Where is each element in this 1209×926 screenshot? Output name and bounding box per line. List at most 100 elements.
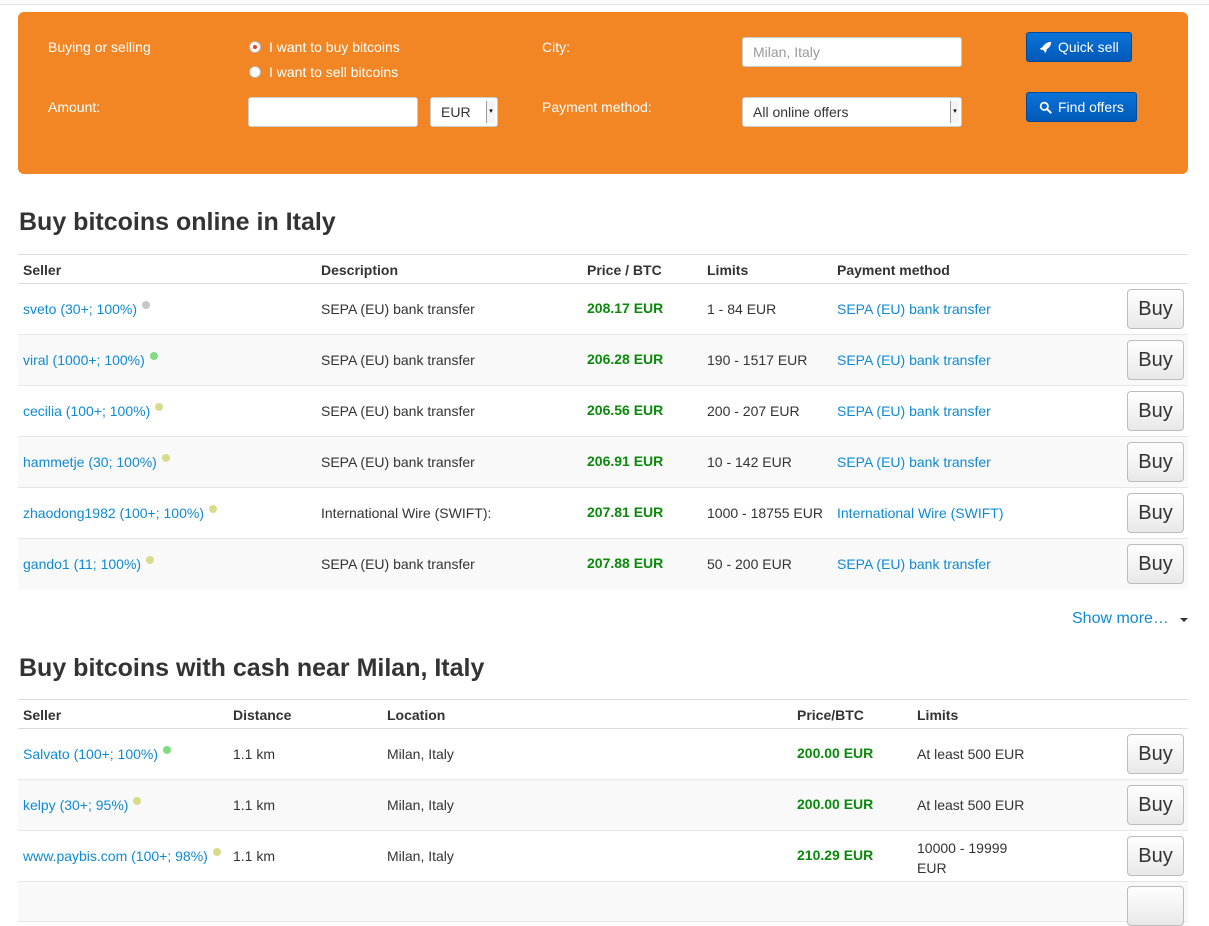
header-limits: Limits: [917, 707, 959, 723]
caret-down-icon[interactable]: [1180, 618, 1188, 622]
seller-link[interactable]: viral (1000+; 100%): [23, 352, 145, 368]
payment-method-value: All online offers: [753, 104, 849, 120]
rocket-icon: [1039, 41, 1052, 53]
price-cell: 206.56 EUR: [587, 402, 664, 418]
distance-cell: 1.1 km: [233, 797, 276, 813]
city-input[interactable]: Milan, Italy: [742, 37, 962, 67]
dropdown-arrow-icon: ▾: [486, 101, 495, 123]
online-offers-table: Seller Description Price / BTC Limits Pa…: [18, 254, 1188, 590]
table-row: gando1 (11; 100%) SEPA (EU) bank transfe…: [18, 539, 1188, 590]
seller-link[interactable]: cecilia (100+; 100%): [23, 403, 150, 419]
header-seller: Seller: [23, 262, 62, 278]
location-cell: Milan, Italy: [387, 848, 454, 864]
header-location: Location: [387, 707, 446, 723]
distance-cell: 1.1 km: [233, 848, 276, 864]
table-row: cecilia (100+; 100%) SEPA (EU) bank tran…: [18, 386, 1188, 437]
seller-link[interactable]: gando1 (11; 100%): [23, 556, 141, 572]
table-header: Seller Distance Location Price/BTC Limit…: [18, 699, 1188, 729]
search-icon: [1039, 101, 1052, 114]
seller-cell: kelpy (30+; 95%): [23, 797, 142, 813]
status-dot-icon: [163, 746, 172, 754]
seller-link[interactable]: Salvato (100+; 100%): [23, 746, 158, 762]
status-dot-icon: [161, 454, 170, 462]
price-cell: 206.91 EUR: [587, 453, 664, 469]
seller-link[interactable]: sveto (30+; 100%): [23, 301, 137, 317]
header-price: Price/BTC: [797, 707, 864, 723]
sell-radio[interactable]: [249, 66, 261, 78]
price-cell: 208.17 EUR: [587, 300, 664, 316]
status-dot-icon: [133, 797, 142, 805]
payment-method-select[interactable]: All online offers ▾: [742, 97, 962, 127]
payment-method-link[interactable]: International Wire (SWIFT): [837, 505, 1003, 521]
seller-link[interactable]: hammetje (30; 100%): [23, 454, 157, 470]
description-cell: SEPA (EU) bank transfer: [321, 352, 475, 368]
limits-cell: At least 500 EUR: [917, 797, 1025, 813]
limits-cell: 1 - 84 EUR: [707, 301, 777, 317]
seller-link[interactable]: kelpy (30+; 95%): [23, 797, 128, 813]
description-cell: SEPA (EU) bank transfer: [321, 556, 475, 572]
limits-cell: At least 500 EUR: [917, 746, 1025, 762]
seller-cell: www.paybis.com (100+; 98%): [23, 848, 221, 864]
amount-label: Amount:: [48, 99, 101, 115]
buy-button[interactable]: Buy: [1127, 493, 1184, 533]
sell-radio-label: I want to sell bitcoins: [269, 64, 399, 80]
quick-sell-button[interactable]: Quick sell: [1026, 32, 1132, 62]
find-offers-label: Find offers: [1058, 99, 1124, 115]
buy-button[interactable]: Buy: [1127, 289, 1184, 329]
seller-link[interactable]: zhaodong1982 (100+; 100%): [23, 505, 204, 521]
distance-cell: 1.1 km: [233, 746, 276, 762]
buy-radio-option[interactable]: I want to buy bitcoins: [249, 39, 400, 55]
seller-cell: gando1 (11; 100%): [23, 556, 155, 572]
limits-cell: 1000 - 18755 EUR: [707, 505, 823, 521]
buy-button[interactable]: Buy: [1127, 391, 1184, 431]
header-seller: Seller: [23, 707, 62, 723]
table-row: [18, 882, 1188, 926]
seller-cell: zhaodong1982 (100+; 100%): [23, 505, 217, 521]
show-more-link[interactable]: Show more…: [1072, 610, 1169, 628]
table-row: Salvato (100+; 100%) 1.1 km Milan, Italy…: [18, 729, 1188, 780]
buy-button[interactable]: Buy: [1127, 734, 1184, 774]
buy-button[interactable]: [1127, 886, 1184, 926]
price-cell: 207.88 EUR: [587, 555, 664, 571]
currency-select[interactable]: EUR ▾: [430, 97, 498, 127]
table-row: viral (1000+; 100%) SEPA (EU) bank trans…: [18, 335, 1188, 386]
buy-button[interactable]: Buy: [1127, 785, 1184, 825]
search-panel: Buying or selling I want to buy bitcoins…: [18, 12, 1188, 174]
payment-method-link[interactable]: SEPA (EU) bank transfer: [837, 556, 991, 572]
dropdown-arrow-icon: ▾: [950, 101, 959, 123]
price-cell: 210.29 EUR: [797, 847, 874, 863]
amount-input[interactable]: [248, 97, 418, 127]
payment-method-link[interactable]: SEPA (EU) bank transfer: [837, 352, 991, 368]
seller-cell: hammetje (30; 100%): [23, 454, 170, 470]
status-dot-icon: [142, 301, 151, 309]
table-row: sveto (30+; 100%) SEPA (EU) bank transfe…: [18, 284, 1188, 335]
currency-value: EUR: [441, 104, 471, 120]
seller-link[interactable]: www.paybis.com (100+; 98%): [23, 848, 208, 864]
status-dot-icon: [208, 505, 217, 513]
table-header: Seller Description Price / BTC Limits Pa…: [18, 254, 1188, 284]
seller-cell: cecilia (100+; 100%): [23, 403, 164, 419]
payment-method-label: Payment method:: [542, 99, 652, 115]
payment-method-link[interactable]: SEPA (EU) bank transfer: [837, 301, 991, 317]
price-cell: 207.81 EUR: [587, 504, 664, 520]
limits-currency: EUR: [917, 860, 947, 876]
header-price: Price / BTC: [587, 262, 662, 278]
table-row: kelpy (30+; 95%) 1.1 km Milan, Italy 200…: [18, 780, 1188, 831]
cash-section-title: Buy bitcoins with cash near Milan, Italy: [19, 654, 485, 682]
location-cell: Milan, Italy: [387, 797, 454, 813]
online-section-title: Buy bitcoins online in Italy: [19, 208, 336, 236]
sell-radio-option[interactable]: I want to sell bitcoins: [249, 64, 398, 80]
buy-button[interactable]: Buy: [1127, 442, 1184, 482]
find-offers-button[interactable]: Find offers: [1026, 92, 1137, 122]
limits-cell: 50 - 200 EUR: [707, 556, 792, 572]
payment-method-link[interactable]: SEPA (EU) bank transfer: [837, 403, 991, 419]
buy-button[interactable]: Buy: [1127, 544, 1184, 584]
buy-radio[interactable]: [249, 41, 261, 53]
limits-range: 10000 - 19999: [917, 840, 1008, 856]
buy-button[interactable]: Buy: [1127, 340, 1184, 380]
status-dot-icon: [146, 556, 155, 564]
payment-method-link[interactable]: SEPA (EU) bank transfer: [837, 454, 991, 470]
limits-cell: 200 - 207 EUR: [707, 403, 800, 419]
seller-cell: Salvato (100+; 100%): [23, 746, 172, 762]
buy-button[interactable]: Buy: [1127, 836, 1184, 876]
